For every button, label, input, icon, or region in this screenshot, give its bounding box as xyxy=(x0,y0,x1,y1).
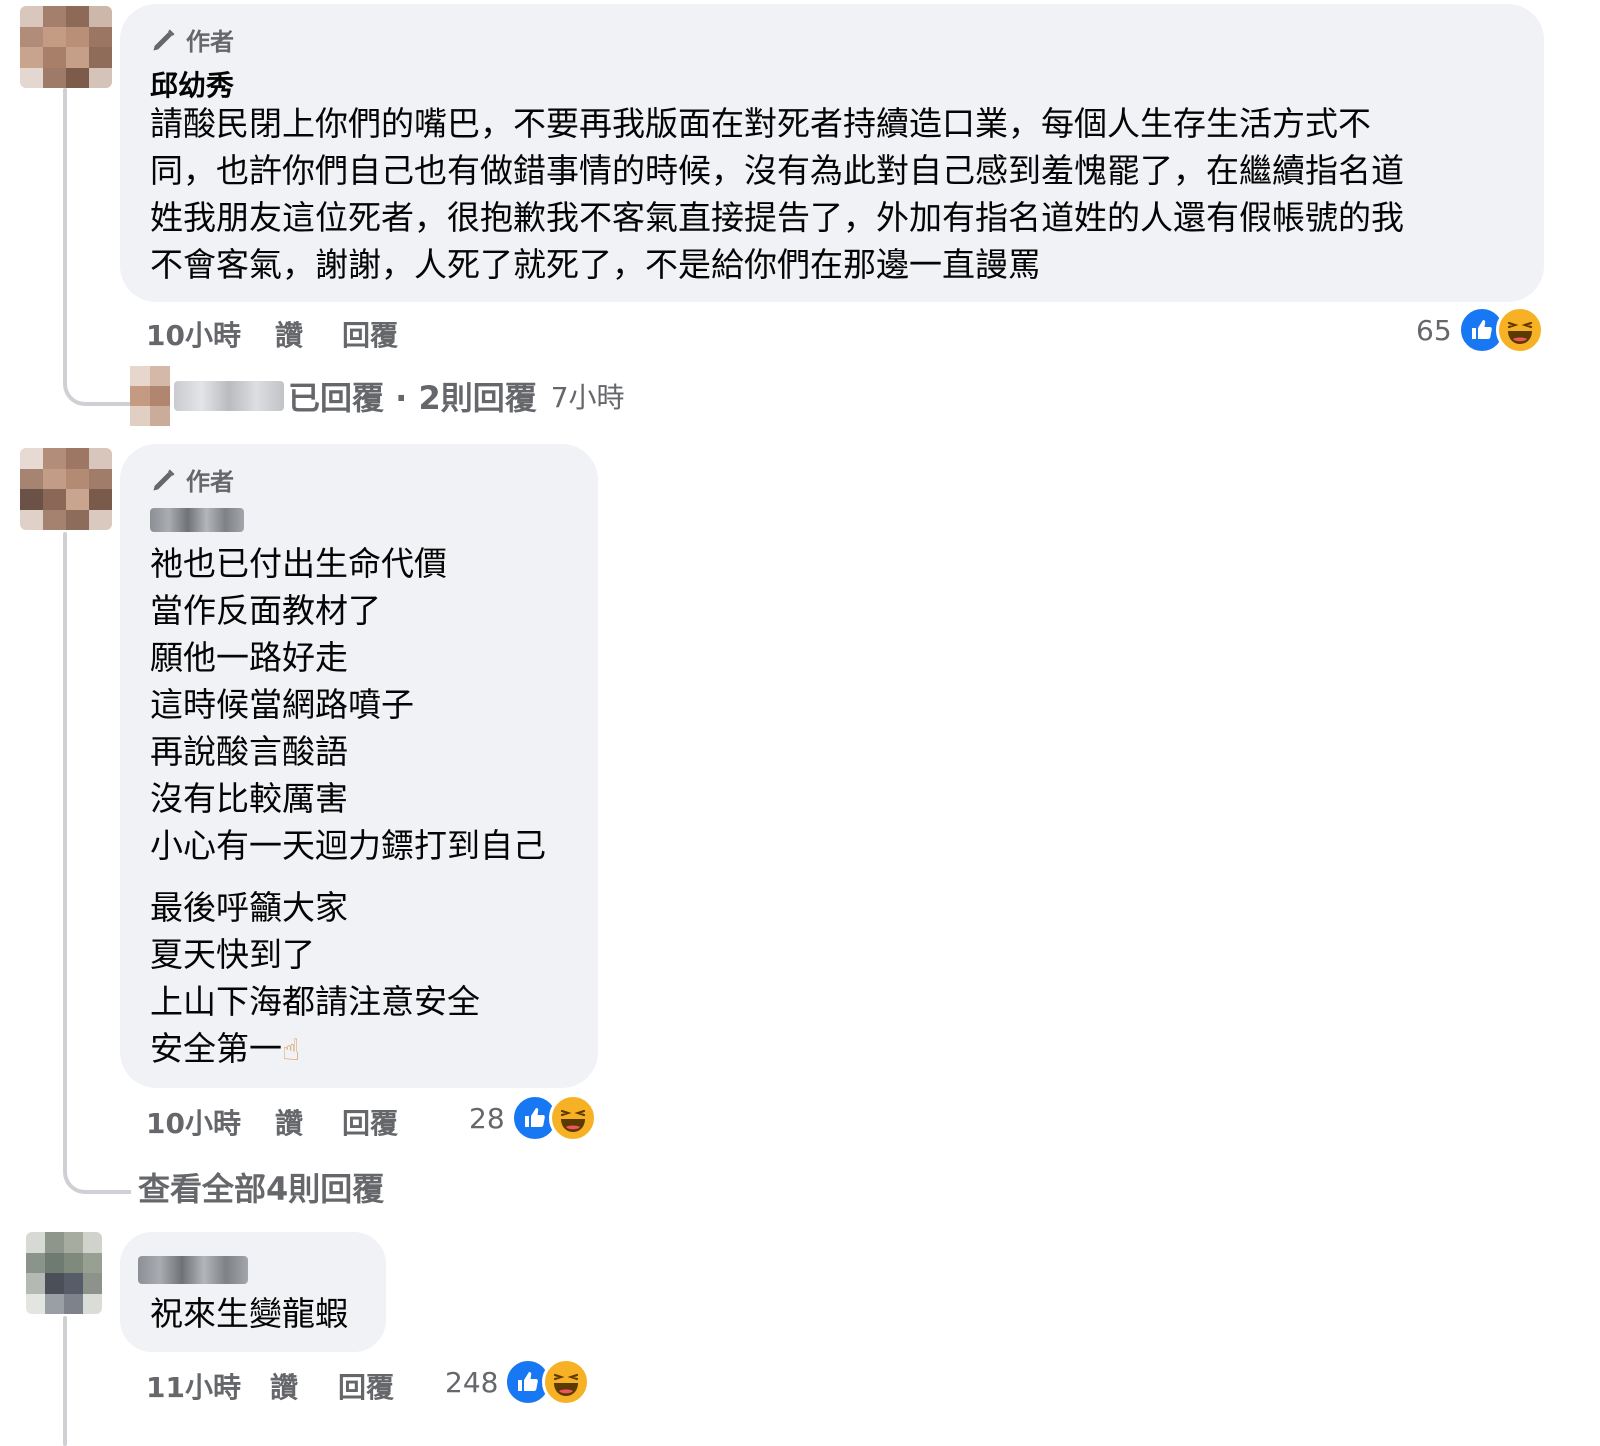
thread-line-1 xyxy=(63,88,67,368)
thread-elbow-1 xyxy=(63,340,131,406)
haha-reaction-icon xyxy=(548,1094,597,1142)
reaction-count: 248 xyxy=(445,1365,499,1399)
commenter-name[interactable]: 邱幼秀 xyxy=(150,64,234,104)
comment-bubble: 作者 祂也已付出生命代價 當作反面教材了 願他一路好走 這時候當網路噴子 再說酸… xyxy=(120,444,598,1088)
thread-line-3 xyxy=(63,1316,67,1446)
pencil-icon xyxy=(153,29,175,50)
like-button[interactable]: 讚 xyxy=(275,1102,303,1142)
author-badge-label: 作者 xyxy=(186,28,234,56)
author-badge-label: 作者 xyxy=(186,468,234,496)
reply-button[interactable]: 回覆 xyxy=(342,1102,398,1142)
comment-time[interactable]: 10小時 xyxy=(146,1102,241,1142)
replies-time: 7小時 xyxy=(550,381,625,414)
like-button[interactable]: 讚 xyxy=(275,314,303,354)
thread-elbow-2 xyxy=(63,1120,131,1194)
avatar[interactable] xyxy=(20,448,112,530)
commenter-name-blurred[interactable] xyxy=(150,508,244,532)
reply-button[interactable]: 回覆 xyxy=(342,314,398,354)
replier-name-blurred xyxy=(174,381,284,411)
thread-line-2 xyxy=(63,532,67,1152)
reaction-count: 28 xyxy=(469,1101,505,1135)
comment-bubble: 作者 邱幼秀 請酸民閉上你們的嘴巴，不要再我版面在對死者持續造口業，每個人生存生… xyxy=(120,4,1544,302)
pointing-up-emoji: ☝ xyxy=(282,1033,301,1068)
view-all-replies-link[interactable]: 查看全部4則回覆 xyxy=(138,1164,384,1210)
replies-summary-row[interactable]: 已回覆 · 2則回覆 7小時 xyxy=(130,366,625,426)
comment-bubble: 祝來生變龍蝦 xyxy=(120,1232,386,1352)
comment-time[interactable]: 10小時 xyxy=(146,314,241,354)
haha-reaction-icon xyxy=(1495,306,1544,354)
comment-text-continued: 最後呼籲大家 夏天快到了 上山下海都請注意安全 安全第一☝ xyxy=(150,884,590,1074)
comment-text-lines: 最後呼籲大家 夏天快到了 上山下海都請注意安全 安全第一 xyxy=(150,888,480,1068)
like-button[interactable]: 讚 xyxy=(270,1366,298,1406)
avatar[interactable] xyxy=(20,6,112,88)
reply-button[interactable]: 回覆 xyxy=(338,1366,394,1406)
comment-text: 祝來生變龍蝦 xyxy=(150,1294,348,1333)
reaction-summary[interactable]: 28 xyxy=(469,1094,597,1142)
comment-time[interactable]: 11小時 xyxy=(146,1366,241,1406)
view-all-replies-text[interactable]: 查看全部4則回覆 xyxy=(138,1164,384,1210)
avatar[interactable] xyxy=(26,1232,102,1314)
reaction-count: 65 xyxy=(1416,313,1452,347)
haha-reaction-icon xyxy=(542,1358,591,1406)
comment-text: 祂也已付出生命代價 當作反面教材了 願他一路好走 這時候當網路噴子 再說酸言酸語… xyxy=(150,544,546,865)
reaction-summary[interactable]: 248 xyxy=(445,1358,591,1406)
pencil-icon xyxy=(153,469,175,490)
reaction-summary[interactable]: 65 xyxy=(1416,306,1544,354)
commenter-name-blurred[interactable] xyxy=(138,1256,248,1284)
replier-avatar xyxy=(130,366,170,426)
author-badge: 作者 xyxy=(150,462,234,497)
author-badge: 作者 xyxy=(150,22,234,57)
replies-summary-text[interactable]: 已回覆 · 2則回覆 xyxy=(288,373,537,419)
comment-text: 請酸民閉上你們的嘴巴，不要再我版面在對死者持續造口業，每個人生存生活方式不 同，… xyxy=(150,104,1404,284)
